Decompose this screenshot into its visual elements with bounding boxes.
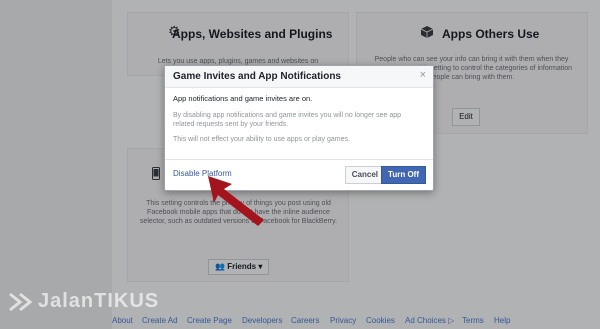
dialog-title: Game Invites and App Notifications bbox=[173, 71, 341, 82]
footer-link-create-page[interactable]: Create Page bbox=[187, 316, 232, 325]
ad-choices-icon: ▷ bbox=[448, 316, 455, 325]
footer-links: About Create Ad Create Page Developers C… bbox=[112, 310, 600, 329]
turn-off-button[interactable]: Turn Off bbox=[381, 166, 426, 184]
dialog-paragraph-2: This will not effect your ability to use… bbox=[173, 136, 350, 143]
dialog-heading: App notifications and game invites are o… bbox=[173, 94, 313, 103]
dialog-body: App notifications and game invites are o… bbox=[173, 94, 423, 150]
close-icon[interactable]: × bbox=[420, 69, 426, 81]
footer-link-cookies[interactable]: Cookies bbox=[366, 316, 395, 325]
red-arrow-annotation bbox=[208, 176, 264, 226]
footer-link-developers[interactable]: Developers bbox=[242, 316, 282, 325]
ad-choices-label: Ad Choices bbox=[405, 316, 446, 325]
footer-link-create-ad[interactable]: Create Ad bbox=[142, 316, 178, 325]
dialog-header: Game Invites and App Notifications × bbox=[165, 66, 433, 88]
footer-link-about[interactable]: About bbox=[112, 316, 133, 325]
cancel-button[interactable]: Cancel bbox=[344, 166, 385, 184]
dialog-paragraph-1: By disabling app notifications and game … bbox=[173, 112, 402, 128]
footer-link-ad-choices[interactable]: Ad Choices ▷ bbox=[405, 316, 454, 325]
watermark-text: JalanTIKUS bbox=[38, 290, 160, 312]
footer-link-privacy[interactable]: Privacy bbox=[330, 316, 356, 325]
footer-link-terms[interactable]: Terms bbox=[462, 316, 484, 325]
jalantikus-logo-icon bbox=[9, 292, 33, 312]
footer-link-help[interactable]: Help bbox=[494, 316, 510, 325]
footer-link-careers[interactable]: Careers bbox=[291, 316, 319, 325]
